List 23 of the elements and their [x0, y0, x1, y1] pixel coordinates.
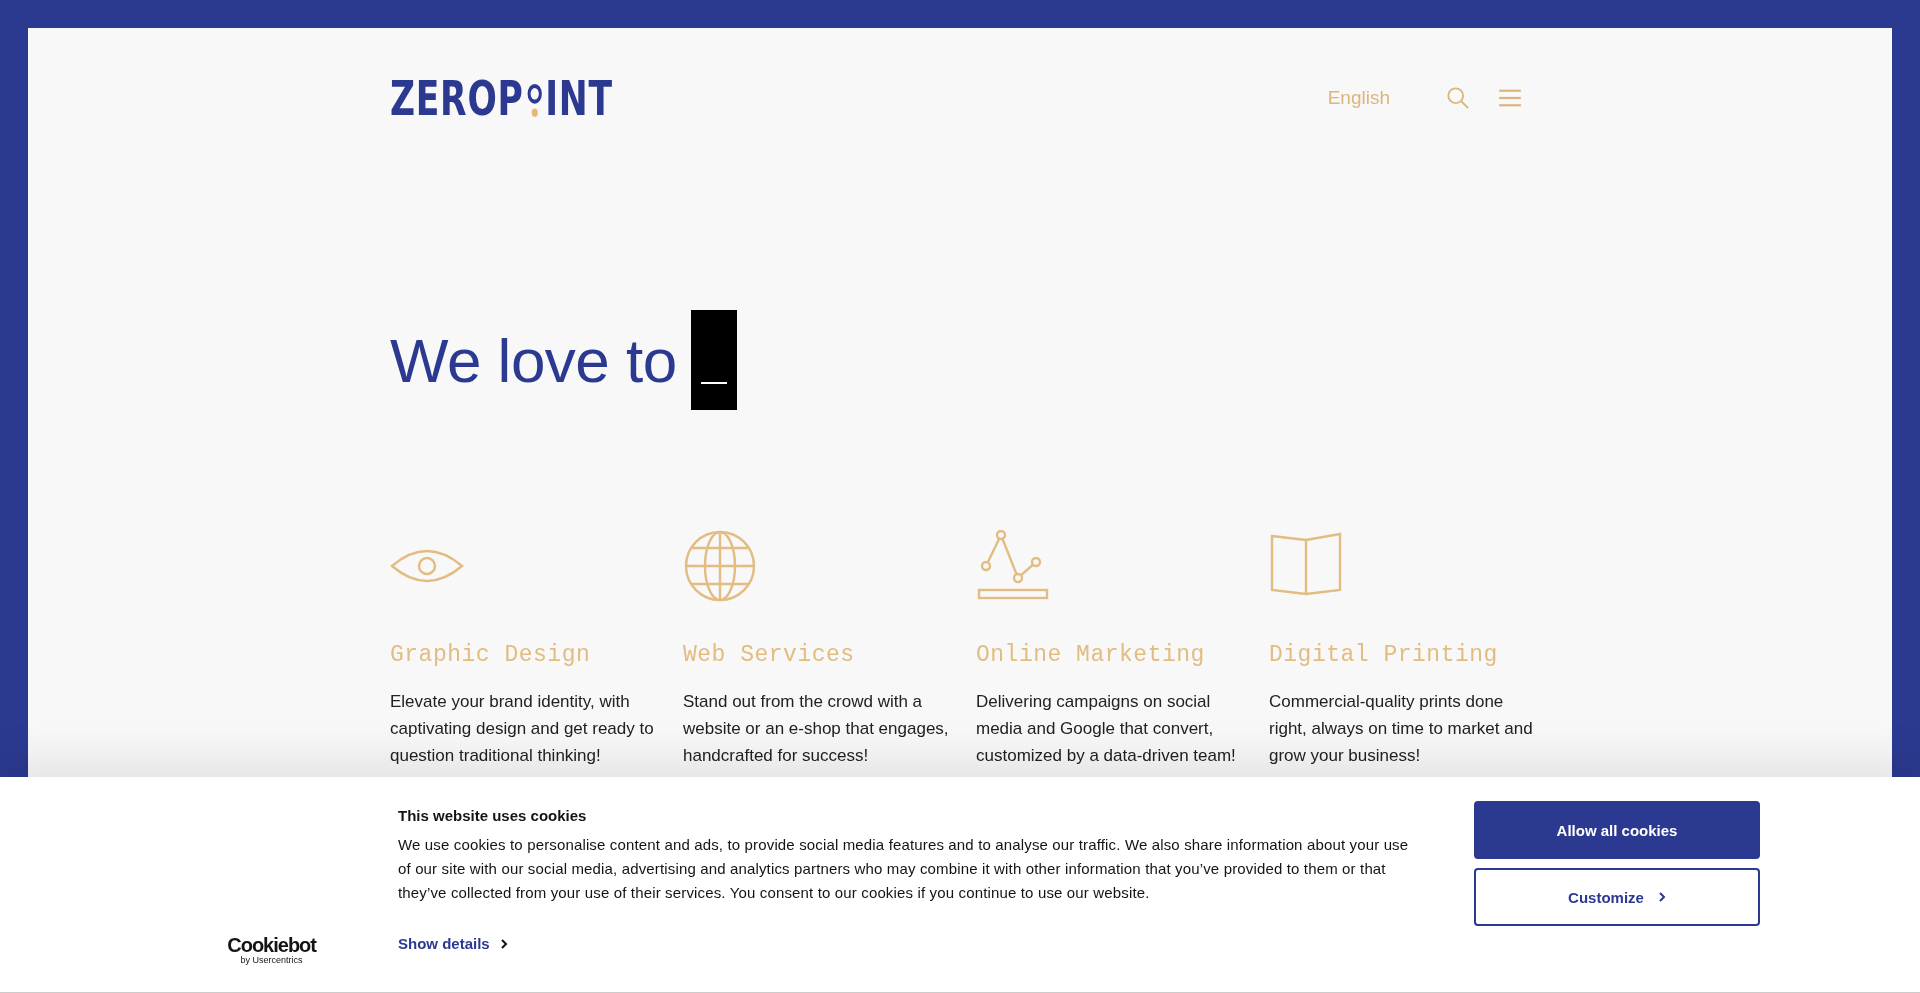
- language-link[interactable]: English: [1327, 87, 1390, 109]
- chevron-icon: [499, 937, 508, 950]
- logo[interactable]: ZEROP INT: [390, 75, 613, 121]
- service-title[interactable]: Graphic Design: [390, 642, 683, 668]
- service-title[interactable]: Digital Printing: [1269, 642, 1562, 668]
- globe-icon: [683, 530, 757, 602]
- cookie-title: This website uses cookies: [398, 807, 588, 824]
- service-title[interactable]: Online Marketing: [976, 642, 1269, 668]
- service-title[interactable]: Web Services: [683, 642, 976, 668]
- search-icon[interactable]: [1446, 86, 1470, 110]
- menu-icon[interactable]: [1498, 88, 1522, 108]
- service-description: Elevate your brand identity, with captivating design and get ready to question traditional thinking!: [390, 691, 655, 767]
- show-details-link[interactable]: Show details: [398, 935, 508, 952]
- service-description: Commercial-quality prints done right, always on time to market and grow your business!: [1269, 691, 1534, 767]
- chevron-icon: [1657, 891, 1666, 903]
- customize-button[interactable]: Customize: [1474, 868, 1760, 926]
- line-chart-icon: [976, 530, 1050, 602]
- cookiebot-logo: Cookiebot by Usercentrics: [227, 935, 316, 965]
- service-description: Stand out from the crowd with a website or an e-shop that engages, handcrafted for success!: [683, 691, 950, 767]
- service-description: Delivering campaigns on social media and Google that convert, customized by a data-driven team!: [976, 691, 1237, 767]
- cookie-text: We use cookies to personalise content and ads, to provide social media features and to analyse our traffic. We also share information about your use of our site with our social media, advertising and analytics partners who may combine it with other information that you’ve provided to them or that they’ve collected from your use of their services. You consent to our cookies if you continue to use our website.: [398, 835, 1410, 903]
- hero-headline: We love to: [390, 324, 677, 396]
- allow-all-button[interactable]: Allow all cookies: [1474, 801, 1760, 859]
